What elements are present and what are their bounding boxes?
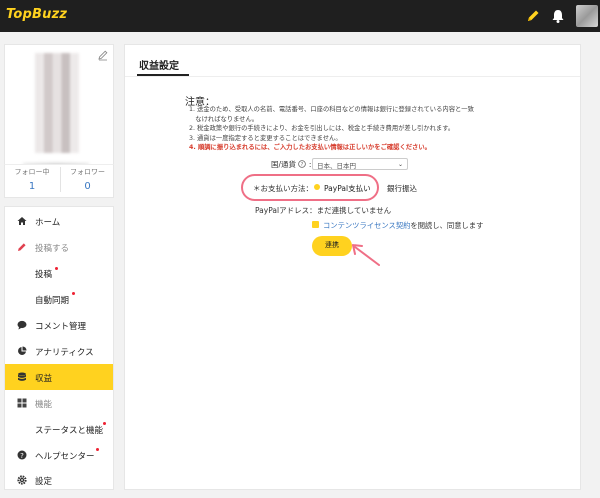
notification-dot (103, 422, 106, 425)
user-avatar[interactable] (576, 5, 598, 27)
followers-stat[interactable]: フォロワー 0 (60, 167, 114, 192)
topbuzz-logo[interactable]: TopBuzz (6, 7, 67, 22)
notice-line: 3. 通貨は一度指定すると変更することはできません。 (189, 134, 342, 142)
sidebar-item-label: 機能 (35, 400, 53, 410)
chevron-down-icon: ⌄ (397, 161, 403, 168)
sidebar-item-post[interactable]: 投稿する (5, 234, 113, 260)
sidebar-item-label: 設定 (35, 477, 53, 487)
annotation-arrow (352, 244, 380, 266)
sidebar-item-label: 投稿 (35, 270, 53, 280)
pencil-icon[interactable] (525, 8, 541, 24)
paypal-radio[interactable] (314, 184, 320, 190)
notice-line: 2. 税金政策や銀行の手続きにより、お金を引出しには、税金と手続き費用が差し引か… (189, 125, 455, 132)
consent-text: コンテンツライセンス契約を閲読し、同意します (323, 221, 483, 231)
sidebar-item-features[interactable]: 機能 (5, 390, 113, 416)
pencil-icon (18, 243, 26, 251)
payment-method-label: ＊お支払い方法： (253, 184, 313, 193)
gear-icon (17, 475, 27, 485)
sidebar-item-help-center[interactable]: ? ヘルプセンター (5, 442, 113, 468)
country-currency-select[interactable]: 日本、日本円 ⌄ (312, 158, 408, 170)
sidebar-item-comments[interactable]: コメント管理 (5, 312, 113, 338)
following-stat[interactable]: フォロー中 1 (5, 167, 59, 192)
sidebar-item-revenue[interactable]: 収益 (5, 364, 113, 390)
country-label-text: 国/通貨 (271, 160, 297, 169)
sidebar-item-home[interactable]: ホーム (5, 208, 113, 234)
paypal-address-status: PayPalアドレス：まだ連携していません (255, 206, 392, 215)
sidebar-item-label: アナリティクス (35, 348, 94, 358)
bell-icon[interactable] (551, 8, 565, 24)
database-icon (18, 372, 26, 381)
revenue-settings-panel: 収益設定 注意： 1. 送金のため、受取人の名前、電話番号、口座の科目などの情報… (124, 44, 581, 490)
sidebar-item-posts[interactable]: 投稿 (5, 260, 113, 286)
following-count: 1 (28, 181, 36, 192)
notification-dot (72, 292, 75, 295)
notification-dot (55, 267, 58, 270)
help-circle-icon[interactable]: ? (298, 160, 307, 168)
top-bar: TopBuzz (0, 0, 600, 32)
follow-stats: フォロー中 1 フォロワー 0 (4, 164, 114, 198)
sidebar-item-status-features[interactable]: ステータスと機能 (5, 416, 113, 442)
sidebar-item-label: 自動同期 (35, 296, 70, 306)
country-currency-label: 国/通貨 ? : (271, 160, 312, 169)
notice-warning: 4. 順調に振り込まれるには、ご入力したお支払い情報は正しいかをご確認ください。 (189, 144, 431, 151)
notice-line: 1. 送金のため、受取人の名前、電話番号、口座の科目などの情報は銀行に登録されて… (189, 106, 474, 113)
sidebar-item-label: 収益 (35, 374, 53, 384)
followers-count: 0 (84, 181, 91, 192)
sidebar-item-label: 投稿する (35, 244, 70, 254)
notice-list: 1. 送金のため、受取人の名前、電話番号、口座の科目などの情報は銀行に登録されて… (189, 105, 519, 153)
avatar (35, 53, 79, 153)
sidebar-item-label: ステータスと機能 (35, 426, 104, 436)
divider (125, 76, 580, 77)
edit-profile-icon[interactable] (97, 49, 109, 61)
help-icon: ? (17, 450, 27, 460)
sidebar-nav: ホーム 投稿する 投稿 自動同期 コメント管理 アナリティクス 収益 機能 ステ… (4, 206, 114, 490)
notification-dot (96, 448, 99, 451)
sidebar-item-label: コメント管理 (35, 322, 87, 332)
page-title: 収益設定 (139, 61, 179, 72)
grid-icon (17, 398, 27, 408)
sidebar-item-auto-sync[interactable]: 自動同期 (5, 286, 113, 312)
svg-text:?: ? (301, 162, 304, 168)
pie-chart-icon (18, 346, 27, 355)
bank-transfer-option[interactable]: 銀行振込 (387, 183, 417, 194)
sidebar-item-analytics[interactable]: アナリティクス (5, 338, 113, 364)
select-value: 日本、日本円 (317, 162, 356, 170)
paypal-option-label[interactable]: PayPal支払い (324, 183, 371, 194)
sidebar-item-label: ホーム (35, 218, 61, 228)
home-icon (17, 217, 27, 225)
following-label: フォロー中 (14, 168, 50, 176)
connect-button[interactable]: 連携 (312, 236, 352, 256)
comment-icon (17, 320, 27, 330)
license-agreement-link[interactable]: コンテンツライセンス契約 (323, 221, 410, 230)
consent-rest-text: を閲読し、同意します (410, 221, 484, 230)
notice-line: なければなりません。 (189, 115, 259, 123)
consent-checkbox[interactable] (312, 221, 319, 228)
followers-label: フォロワー (70, 168, 105, 176)
sidebar-item-settings[interactable]: 設定 (5, 467, 113, 493)
svg-text:?: ? (20, 452, 24, 460)
sidebar-item-label: ヘルプセンター (35, 452, 95, 462)
